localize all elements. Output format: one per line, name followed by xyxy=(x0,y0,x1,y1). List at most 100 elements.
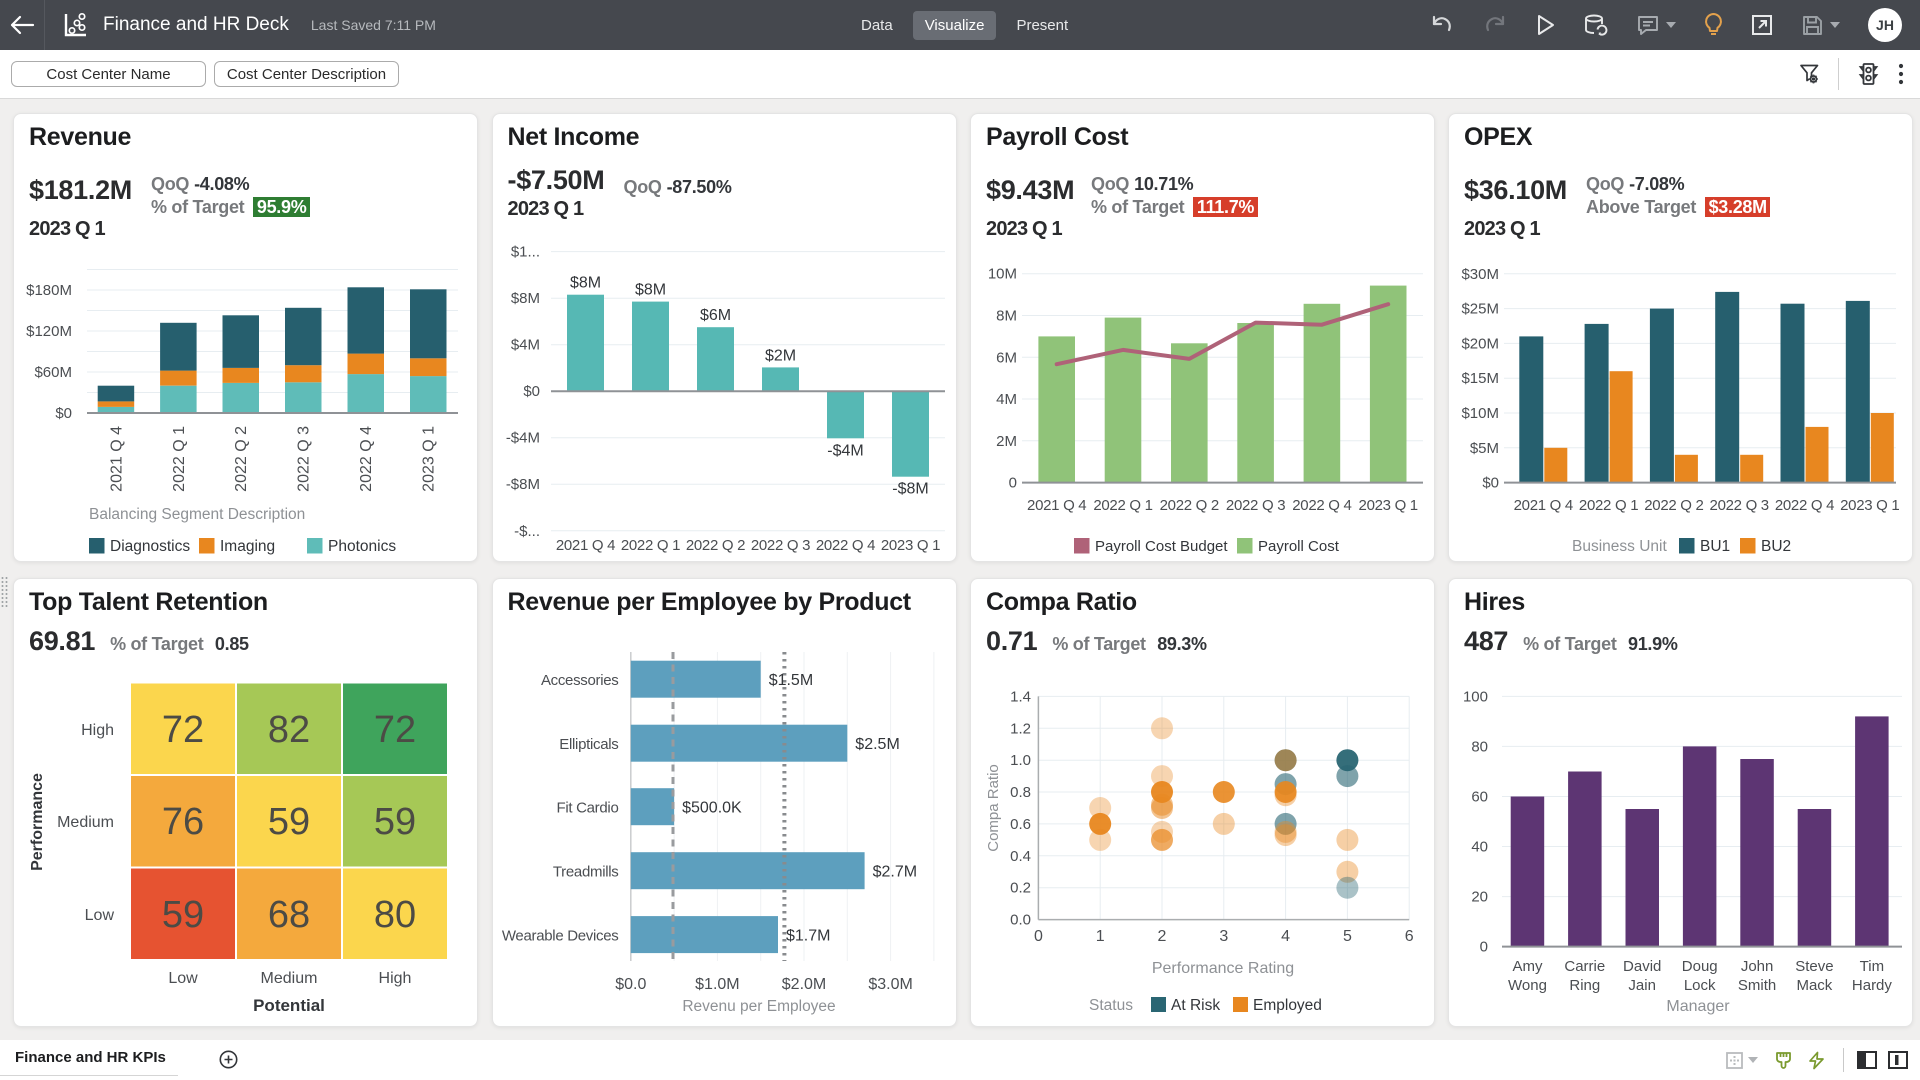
svg-text:76: 76 xyxy=(162,801,204,843)
svg-text:59: 59 xyxy=(268,801,310,843)
svg-text:2021 Q 4: 2021 Q 4 xyxy=(555,537,614,554)
svg-text:$1.5M: $1.5M xyxy=(768,672,812,689)
svg-text:$180M: $180M xyxy=(26,282,72,299)
svg-text:Compa Ratio: Compa Ratio xyxy=(985,764,1002,852)
svg-text:Tim: Tim xyxy=(1860,958,1884,975)
svg-text:David: David xyxy=(1623,958,1661,975)
svg-text:80: 80 xyxy=(1471,738,1488,755)
svg-text:Ring: Ring xyxy=(1569,977,1600,994)
svg-text:-$8M: -$8M xyxy=(892,481,928,498)
svg-text:2022 Q 3: 2022 Q 3 xyxy=(750,537,809,554)
svg-text:BU2: BU2 xyxy=(1761,538,1791,555)
svg-text:$8M: $8M xyxy=(569,275,600,292)
svg-text:1.4: 1.4 xyxy=(1010,688,1031,705)
svg-text:Payroll Cost Budget: Payroll Cost Budget xyxy=(1095,538,1228,555)
svg-text:8M: 8M xyxy=(996,308,1017,325)
svg-text:Performance: Performance xyxy=(29,772,46,870)
svg-text:Manager: Manager xyxy=(1666,998,1730,1015)
svg-text:2022 Q 1: 2022 Q 1 xyxy=(171,426,188,492)
svg-text:$500.0K: $500.0K xyxy=(682,799,742,816)
svg-text:60: 60 xyxy=(1471,788,1488,805)
svg-text:Potential: Potential xyxy=(253,996,325,1015)
svg-text:$5M: $5M xyxy=(1470,440,1499,457)
svg-text:68: 68 xyxy=(268,893,310,935)
svg-text:4M: 4M xyxy=(996,391,1017,408)
svg-text:Treadmills: Treadmills xyxy=(552,863,618,880)
svg-text:80: 80 xyxy=(374,893,416,935)
svg-text:Low: Low xyxy=(85,906,115,923)
svg-text:Jain: Jain xyxy=(1628,977,1656,994)
svg-text:2: 2 xyxy=(1158,928,1167,945)
svg-text:0.2: 0.2 xyxy=(1010,879,1031,896)
svg-text:-$4M: -$4M xyxy=(505,430,539,447)
svg-text:82: 82 xyxy=(268,708,310,750)
svg-text:2023 Q 1: 2023 Q 1 xyxy=(1840,497,1899,514)
svg-text:3: 3 xyxy=(1219,928,1228,945)
svg-text:2023 Q 1: 2023 Q 1 xyxy=(421,426,438,492)
svg-text:1.0: 1.0 xyxy=(1010,752,1031,769)
svg-text:$10M: $10M xyxy=(1461,405,1499,422)
svg-text:2022 Q 3: 2022 Q 3 xyxy=(296,426,313,492)
svg-text:-$4M: -$4M xyxy=(827,442,863,459)
svg-text:High: High xyxy=(81,721,114,738)
svg-text:At Risk: At Risk xyxy=(1171,997,1220,1014)
svg-text:Low: Low xyxy=(168,970,198,987)
svg-text:$3.0M: $3.0M xyxy=(868,976,912,993)
svg-text:$20M: $20M xyxy=(1461,335,1499,352)
svg-text:0: 0 xyxy=(1034,928,1043,945)
svg-text:2022 Q 4: 2022 Q 4 xyxy=(1292,497,1351,514)
svg-text:-$...: -$... xyxy=(514,523,540,540)
svg-text:2022 Q 4: 2022 Q 4 xyxy=(815,537,874,554)
svg-text:2022 Q 4: 2022 Q 4 xyxy=(1775,497,1834,514)
svg-text:59: 59 xyxy=(162,893,204,935)
svg-text:0: 0 xyxy=(1480,938,1488,955)
svg-text:$2.0M: $2.0M xyxy=(781,976,825,993)
svg-text:Steve: Steve xyxy=(1795,958,1833,975)
svg-text:$8M: $8M xyxy=(510,290,539,307)
svg-text:Performance Rating: Performance Rating xyxy=(1152,960,1294,977)
svg-text:John: John xyxy=(1741,958,1774,975)
svg-text:72: 72 xyxy=(162,708,204,750)
svg-text:Carrie: Carrie xyxy=(1564,958,1605,975)
svg-text:2023 Q 1: 2023 Q 1 xyxy=(1359,497,1418,514)
svg-text:$15M: $15M xyxy=(1461,370,1499,387)
svg-text:2022 Q 3: 2022 Q 3 xyxy=(1710,497,1769,514)
svg-text:Status: Status xyxy=(1089,997,1133,1014)
svg-text:2022 Q 4: 2022 Q 4 xyxy=(358,426,375,492)
svg-text:2M: 2M xyxy=(996,433,1017,450)
svg-text:2021 Q 4: 2021 Q 4 xyxy=(1514,497,1573,514)
svg-text:$2M: $2M xyxy=(764,347,795,364)
svg-text:$60M: $60M xyxy=(34,364,72,381)
svg-text:Medium: Medium xyxy=(57,814,114,831)
svg-text:Revenu per Employee: Revenu per Employee xyxy=(682,998,835,1015)
svg-text:Wong: Wong xyxy=(1508,977,1547,994)
svg-text:Smith: Smith xyxy=(1738,977,1776,994)
svg-text:40: 40 xyxy=(1471,838,1488,855)
svg-text:Imaging: Imaging xyxy=(220,538,275,555)
svg-text:$4M: $4M xyxy=(510,337,539,354)
svg-text:High: High xyxy=(379,970,412,987)
svg-text:$6M: $6M xyxy=(699,307,730,324)
svg-text:$0: $0 xyxy=(55,405,72,422)
svg-text:10M: 10M xyxy=(988,266,1017,283)
svg-text:Mack: Mack xyxy=(1796,977,1832,994)
svg-text:Wearable Devices: Wearable Devices xyxy=(501,927,618,944)
svg-text:$8M: $8M xyxy=(634,282,665,299)
svg-text:2022 Q 2: 2022 Q 2 xyxy=(233,426,250,492)
svg-text:$0: $0 xyxy=(523,383,540,400)
svg-text:$0.0: $0.0 xyxy=(615,976,646,993)
svg-text:Ellipticals: Ellipticals xyxy=(559,736,618,753)
svg-text:$2.7M: $2.7M xyxy=(872,863,916,880)
svg-text:$120M: $120M xyxy=(26,323,72,340)
svg-text:2021 Q 4: 2021 Q 4 xyxy=(1027,497,1086,514)
svg-text:1.2: 1.2 xyxy=(1010,720,1031,737)
svg-text:$0: $0 xyxy=(1482,475,1499,492)
svg-text:$1.7M: $1.7M xyxy=(786,927,830,944)
svg-text:2023 Q 1: 2023 Q 1 xyxy=(880,537,939,554)
svg-text:Diagnostics: Diagnostics xyxy=(110,538,190,555)
svg-text:2022 Q 1: 2022 Q 1 xyxy=(1579,497,1638,514)
svg-text:$1...: $1... xyxy=(510,244,539,261)
svg-text:2022 Q 2: 2022 Q 2 xyxy=(685,537,744,554)
svg-text:Business Unit: Business Unit xyxy=(1572,538,1667,555)
svg-text:2022 Q 2: 2022 Q 2 xyxy=(1160,497,1219,514)
